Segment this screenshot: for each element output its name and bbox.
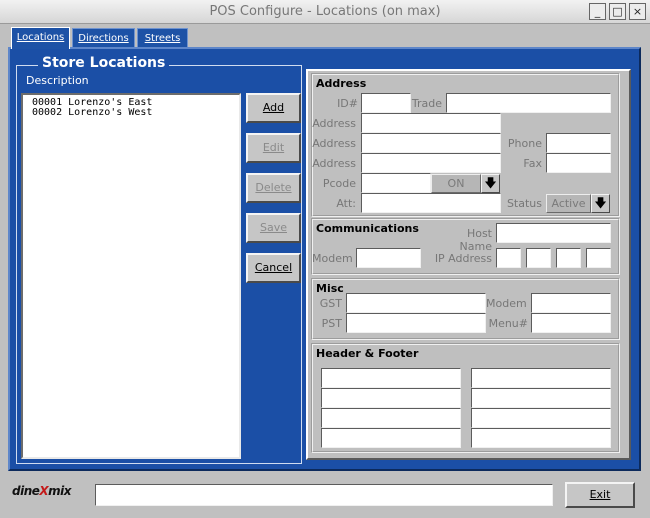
minimize-button[interactable]: _ xyxy=(589,3,606,20)
ip-octet-2-field[interactable] xyxy=(526,248,551,268)
header-line-4-field[interactable] xyxy=(321,428,461,448)
trade-label: Trade xyxy=(411,97,442,110)
header-line-2-field[interactable] xyxy=(321,388,461,408)
delete-button[interactable]: Delete xyxy=(246,173,301,203)
maximize-button[interactable]: □ xyxy=(609,3,626,20)
header-line-3-field[interactable] xyxy=(321,408,461,428)
header-line-1-field[interactable] xyxy=(321,368,461,388)
att-label: Att: xyxy=(336,197,356,210)
description-column-header: Description xyxy=(26,74,89,87)
fax-label: Fax xyxy=(523,157,542,170)
maximize-icon: □ xyxy=(612,5,623,18)
ip-octet-1-field[interactable] xyxy=(496,248,521,268)
modem-label: Modem xyxy=(312,252,353,265)
trade-field[interactable] xyxy=(446,93,611,113)
tab-directions[interactable]: Directions xyxy=(72,28,135,48)
pcode-on-button[interactable]: ON xyxy=(431,174,481,193)
gst-field[interactable] xyxy=(346,293,486,313)
ip-address-label: IP Address xyxy=(434,252,492,265)
address-title: Address xyxy=(316,77,367,90)
att-field[interactable] xyxy=(361,193,501,213)
address-label-1: Address xyxy=(312,117,356,130)
close-button[interactable]: × xyxy=(629,3,646,20)
pcode-arrow-button[interactable]: 🡇 xyxy=(481,174,500,193)
status-arrow-button[interactable]: 🡇 xyxy=(591,194,610,213)
pcode-label: Pcode xyxy=(322,177,356,190)
pcode-field[interactable] xyxy=(361,173,431,193)
footer-line-2-field[interactable] xyxy=(471,388,611,408)
minimize-icon: _ xyxy=(594,5,601,18)
misc-modem-label: Modem xyxy=(486,297,527,310)
status-value[interactable]: Active xyxy=(546,194,591,213)
fax-field[interactable] xyxy=(546,153,611,173)
menu-number-label: Menu# xyxy=(488,317,528,330)
arrow-down-icon: 🡇 xyxy=(594,196,607,210)
footer-line-3-field[interactable] xyxy=(471,408,611,428)
tab-streets[interactable]: Streets xyxy=(137,28,188,48)
footer-line-4-field[interactable] xyxy=(471,428,611,448)
ip-octet-3-field[interactable] xyxy=(556,248,581,268)
list-item[interactable]: 00002 Lorenzo's West xyxy=(32,108,239,118)
cancel-button[interactable]: Cancel xyxy=(246,253,301,283)
footer-line-1-field[interactable] xyxy=(471,368,611,388)
arrow-down-icon: 🡇 xyxy=(484,176,497,190)
host-name-field[interactable] xyxy=(496,223,611,243)
host-name-label: Host Name xyxy=(459,227,492,253)
id-label: ID# xyxy=(337,97,358,110)
add-button[interactable]: Add xyxy=(246,93,301,123)
status-label: Status xyxy=(506,197,542,210)
locations-list[interactable]: 00001 Lorenzo's East 00002 Lorenzo's Wes… xyxy=(21,93,241,459)
gst-label: GST xyxy=(319,297,342,310)
pst-field[interactable] xyxy=(346,313,486,333)
pst-label: PST xyxy=(321,317,342,330)
save-button[interactable]: Save xyxy=(246,213,301,243)
window-title: POS Configure - Locations (on max) xyxy=(209,4,441,19)
phone-field[interactable] xyxy=(546,133,611,153)
address-label-3: Address xyxy=(312,157,356,170)
phone-label: Phone xyxy=(507,137,542,150)
misc-modem-field[interactable] xyxy=(531,293,611,313)
address-label-2: Address xyxy=(312,137,356,150)
address-field-3[interactable] xyxy=(361,153,501,173)
header-footer-title: Header & Footer xyxy=(316,347,419,360)
ip-octet-4-field[interactable] xyxy=(586,248,611,268)
status-bar-field xyxy=(95,484,553,506)
id-field[interactable] xyxy=(361,93,411,113)
store-locations-title: Store Locations xyxy=(38,55,170,71)
tab-locations[interactable]: Locations xyxy=(11,27,70,49)
misc-title: Misc xyxy=(316,282,344,295)
edit-button[interactable]: Edit xyxy=(246,133,301,163)
menu-number-field[interactable] xyxy=(531,313,611,333)
modem-field[interactable] xyxy=(356,248,421,268)
dinexmix-logo: dineXmix xyxy=(12,484,72,498)
address-field-2[interactable] xyxy=(361,133,501,153)
communications-title: Communications xyxy=(316,222,419,235)
exit-button[interactable]: Exit xyxy=(565,482,635,508)
address-field-1[interactable] xyxy=(361,113,501,133)
close-icon: × xyxy=(632,5,643,18)
